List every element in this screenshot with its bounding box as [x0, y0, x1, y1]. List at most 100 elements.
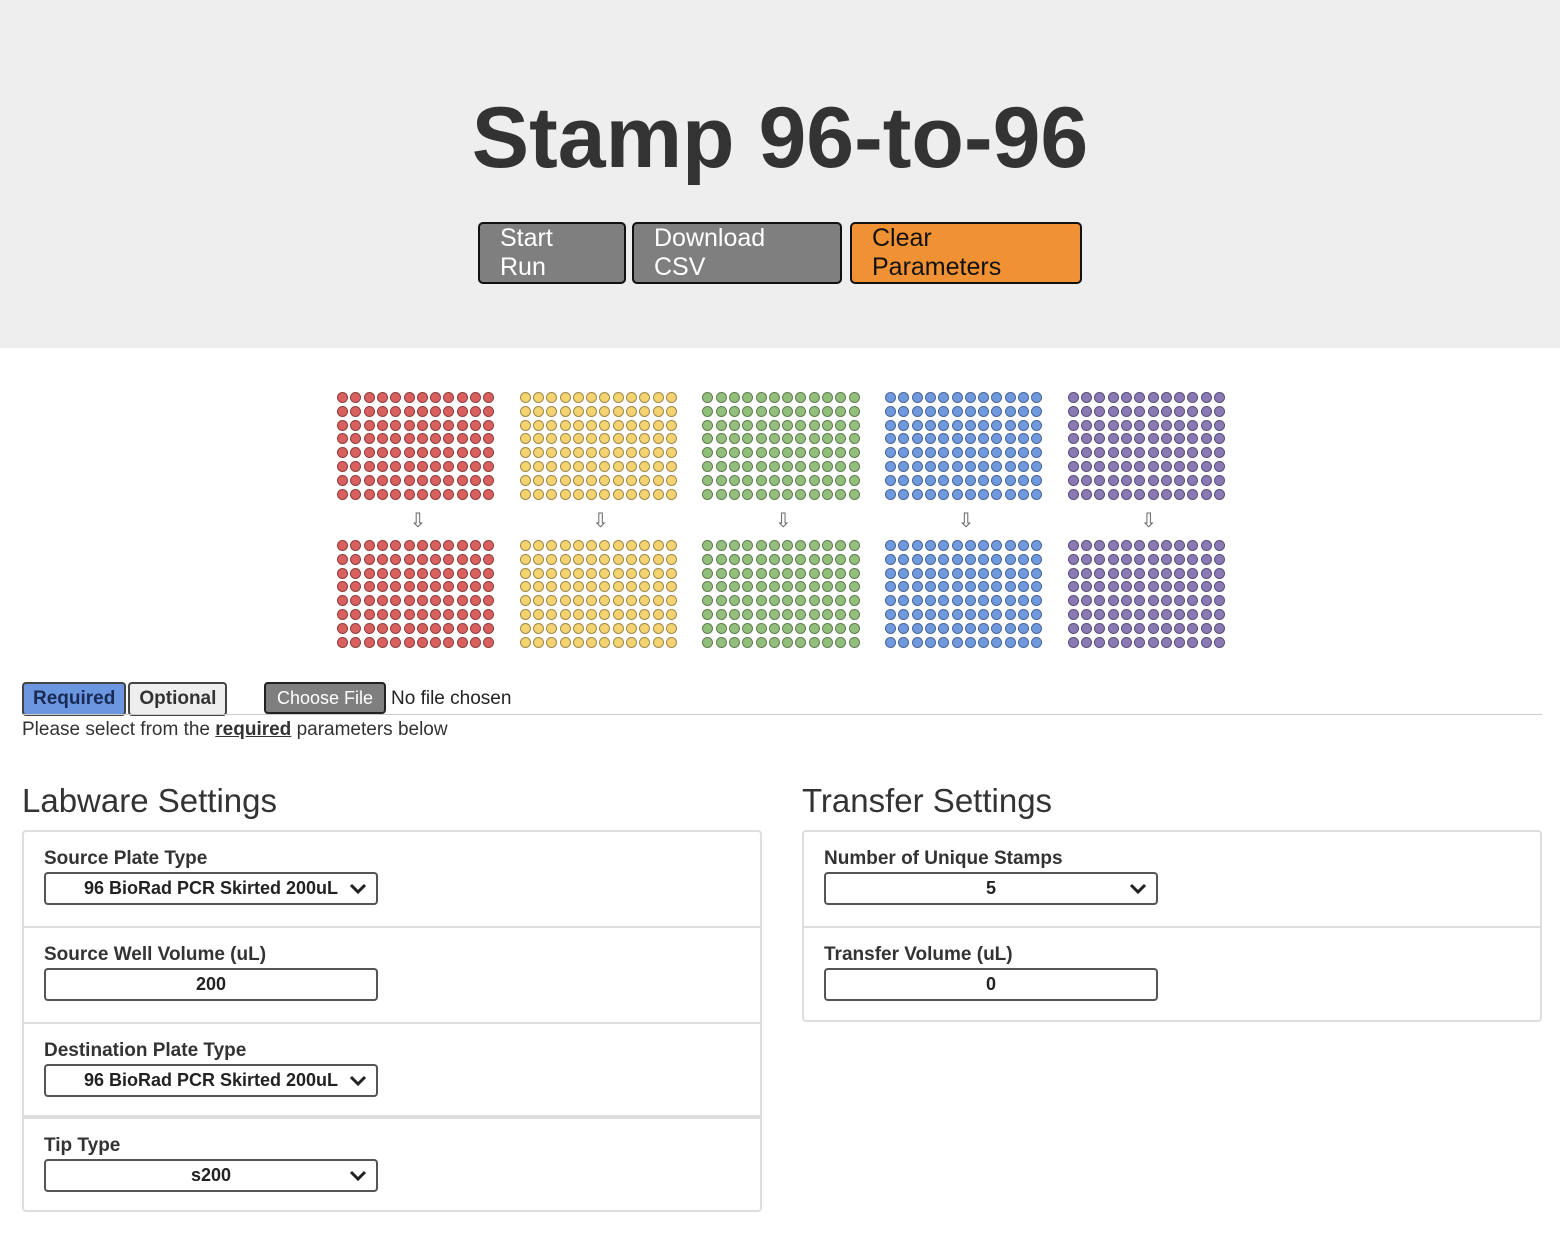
well — [964, 553, 976, 565]
well — [546, 433, 558, 445]
well — [782, 553, 794, 565]
well — [483, 405, 495, 417]
destination-plate-type-select[interactable]: 96 BioRad PCR Skirted 200uL — [44, 1064, 378, 1097]
well — [532, 392, 544, 403]
well — [924, 405, 936, 417]
well — [768, 581, 780, 593]
start-run-button[interactable]: Start Run — [478, 222, 626, 284]
well — [1187, 433, 1199, 445]
well — [532, 447, 544, 459]
well — [1214, 447, 1226, 459]
well — [665, 474, 677, 486]
well — [835, 433, 847, 445]
well — [911, 581, 923, 593]
well — [1107, 567, 1119, 579]
well — [911, 540, 923, 551]
tip-type-select[interactable]: s200 — [44, 1159, 378, 1192]
well — [443, 392, 455, 403]
well — [1160, 419, 1172, 431]
well — [848, 622, 860, 634]
well — [1174, 461, 1186, 472]
well — [924, 622, 936, 634]
well — [991, 474, 1003, 486]
well — [546, 609, 558, 620]
transfer-volume-input[interactable]: 0 — [824, 968, 1158, 1001]
destination-plate — [702, 540, 864, 652]
well — [403, 553, 415, 565]
well — [1004, 461, 1016, 472]
source-plate-type-select[interactable]: 96 BioRad PCR Skirted 200uL — [44, 872, 378, 905]
well — [1174, 419, 1186, 431]
well — [768, 461, 780, 472]
well — [1094, 433, 1106, 445]
well — [337, 474, 348, 486]
well — [728, 461, 740, 472]
well — [924, 581, 936, 593]
well — [1160, 405, 1172, 417]
well — [1200, 595, 1212, 607]
well — [938, 474, 950, 486]
well — [755, 474, 767, 486]
well — [572, 419, 584, 431]
well — [755, 461, 767, 472]
well — [1147, 609, 1159, 620]
well — [822, 581, 834, 593]
well — [1174, 405, 1186, 417]
well — [612, 567, 624, 579]
well — [742, 636, 754, 648]
well — [546, 567, 558, 579]
well — [1187, 461, 1199, 472]
source-plate — [702, 392, 864, 504]
well — [652, 405, 664, 417]
well — [1120, 553, 1132, 565]
well — [416, 433, 428, 445]
well — [559, 419, 571, 431]
well — [337, 609, 348, 620]
tab-required[interactable]: Required — [22, 682, 127, 716]
well — [924, 433, 936, 445]
well — [848, 567, 860, 579]
well — [911, 433, 923, 445]
well — [1174, 540, 1186, 551]
well — [742, 540, 754, 551]
well — [715, 553, 727, 565]
well — [519, 609, 531, 620]
well — [1147, 540, 1159, 551]
well — [742, 405, 754, 417]
well — [572, 392, 584, 403]
well — [938, 419, 950, 431]
well — [403, 540, 415, 551]
well — [755, 405, 767, 417]
unique-stamps-select[interactable]: 5 — [824, 872, 1158, 905]
well — [1147, 419, 1159, 431]
clear-parameters-button[interactable]: Clear Parameters — [850, 222, 1082, 284]
well — [978, 609, 990, 620]
well — [665, 567, 677, 579]
well — [1107, 474, 1119, 486]
well — [626, 419, 638, 431]
well — [964, 405, 976, 417]
well — [337, 392, 348, 403]
tab-optional[interactable]: Optional — [128, 682, 228, 716]
well — [443, 581, 455, 593]
well — [612, 581, 624, 593]
well — [991, 447, 1003, 459]
well — [430, 567, 442, 579]
unique-stamps-value: 5 — [985, 878, 996, 898]
hint-suffix: parameters below — [291, 719, 448, 740]
hint-text: Please select from the required paramete… — [22, 719, 448, 741]
well — [885, 419, 897, 431]
well — [456, 474, 468, 486]
well — [938, 622, 950, 634]
source-well-volume-input[interactable]: 200 — [44, 968, 378, 1001]
choose-file-button[interactable]: Choose File — [264, 682, 386, 714]
download-csv-button[interactable]: Download CSV — [632, 222, 842, 284]
well — [626, 609, 638, 620]
well — [363, 447, 375, 459]
well — [626, 488, 638, 500]
source-plate — [1067, 392, 1230, 504]
well — [1081, 474, 1093, 486]
well — [572, 447, 584, 459]
well — [390, 405, 402, 417]
well — [430, 447, 442, 459]
